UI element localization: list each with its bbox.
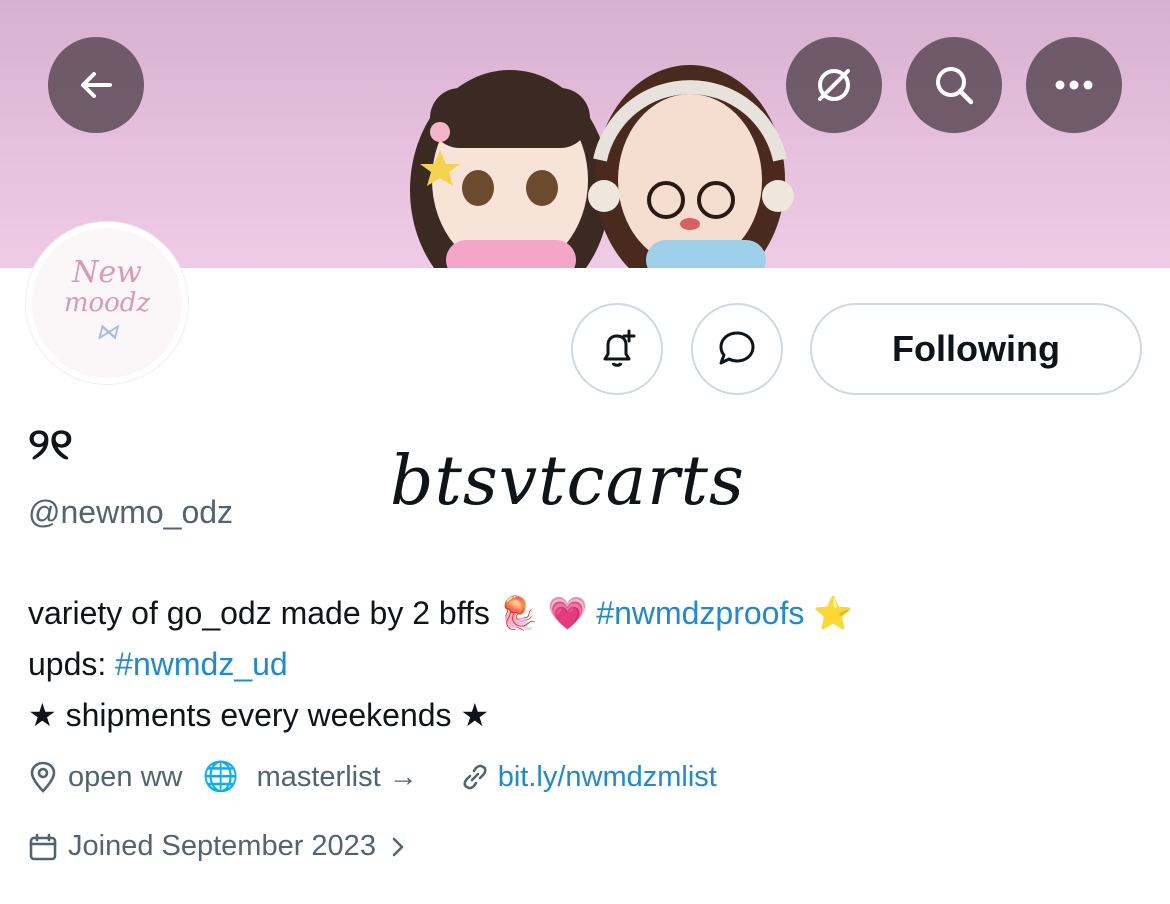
overlay-handwritten-text: btsvtcarts [390,442,745,521]
star-emoji: ⭐ [813,595,854,631]
website-link[interactable]: bit.ly/nwmdzmlist [498,761,717,794]
bell-plus-icon [595,327,639,371]
location-pin-icon [28,761,58,793]
link-icon [460,762,490,792]
chevron-right-icon [390,835,406,859]
bio-line1-text: variety of go_odz made by 2 bffs [28,595,499,631]
bio-line-3: ★ shipments every weekends ★ [28,697,490,733]
bow-icon: ⋈ [96,320,118,345]
slashed-circle-icon [812,63,856,107]
search-button[interactable] [906,37,1002,133]
search-icon [932,63,976,107]
bio-line-1: variety of go_odz made by 2 bffs 🪼 💗 #nw… [28,588,1148,639]
display-name: ୨୧ [28,420,73,469]
following-button[interactable]: Following [810,303,1142,395]
chat-bubble-icon [715,327,759,371]
heart-emoji: 💗 [547,595,588,631]
banner-illustration [410,65,794,268]
profile-bio: variety of go_odz made by 2 bffs 🪼 💗 #nw… [28,588,1148,741]
arrow-left-icon [76,65,116,105]
avatar-logo: New moodz ⋈ [32,228,182,378]
user-handle: @newmo_odz [28,494,234,530]
translate-button[interactable] [786,37,882,133]
bio-line2-prefix: upds: [28,646,116,682]
back-button[interactable] [48,37,144,133]
location-text: open ww [68,760,183,793]
header-banner [0,0,1170,268]
profile-meta-row: open ww 🌐 masterlist → bit.ly/nwmdzmlist [28,760,717,794]
joined-row[interactable]: Joined September 2023 [28,830,406,863]
joined-date: Joined September 2023 [68,830,376,862]
jellyfish-emoji: 🪼 [498,595,539,631]
message-button[interactable] [691,303,783,395]
more-button[interactable] [1026,37,1122,133]
logo-line1: New [72,255,142,290]
masterlist-text: masterlist → [256,760,418,793]
ellipsis-icon [1052,79,1096,91]
hashtag-nwmdz-ud[interactable]: #nwmdz_ud [115,646,288,682]
bio-line-2: upds: #nwmdz_ud [28,639,1148,690]
avatar[interactable]: New moodz ⋈ [26,222,188,384]
logo-line2: moodz [63,288,151,318]
hashtag-nwmdzproofs[interactable]: #nwmdzproofs [596,595,804,631]
calendar-icon [28,832,58,862]
globe-emoji: 🌐 [202,761,239,793]
notifications-button[interactable] [571,303,663,395]
